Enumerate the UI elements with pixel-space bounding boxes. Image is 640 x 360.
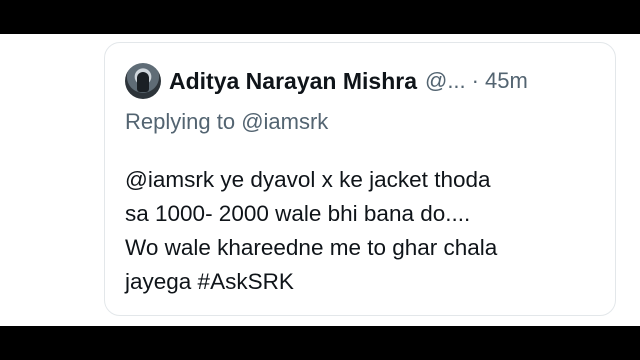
tweet-header: Aditya Narayan Mishra @... · 45m xyxy=(169,65,528,97)
avatar-figure-icon xyxy=(137,72,149,92)
letterbox-top xyxy=(0,0,640,34)
separator-dot: · xyxy=(471,68,479,93)
quoted-tweet-card[interactable]: Aditya Narayan Mishra @... · 45m Replyin… xyxy=(104,42,616,316)
avatar[interactable] xyxy=(125,63,161,99)
replying-to-mention[interactable]: @iamsrk xyxy=(241,109,328,134)
tweet-text-line: sa 1000- 2000 wale bhi bana do.... xyxy=(125,201,471,226)
letterbox-bottom xyxy=(0,326,640,360)
tweet-text-line: jayega #AskSRK xyxy=(125,269,294,294)
tweet-text: @iamsrk ye dyavol x ke jacket thoda sa 1… xyxy=(125,163,605,299)
replying-prefix: Replying to xyxy=(125,109,236,134)
tweet-timestamp[interactable]: 45m xyxy=(485,68,528,94)
tweet-text-line: @iamsrk ye dyavol x ke jacket thoda xyxy=(125,167,491,192)
screenshot-canvas: Aditya Narayan Mishra @... · 45m Replyin… xyxy=(0,34,640,326)
replying-to-line: Replying to @iamsrk xyxy=(125,109,328,135)
tweet-text-line: Wo wale khareedne me to ghar chala xyxy=(125,235,498,260)
author-handle[interactable]: @... xyxy=(425,68,466,94)
author-name[interactable]: Aditya Narayan Mishra xyxy=(169,68,417,95)
